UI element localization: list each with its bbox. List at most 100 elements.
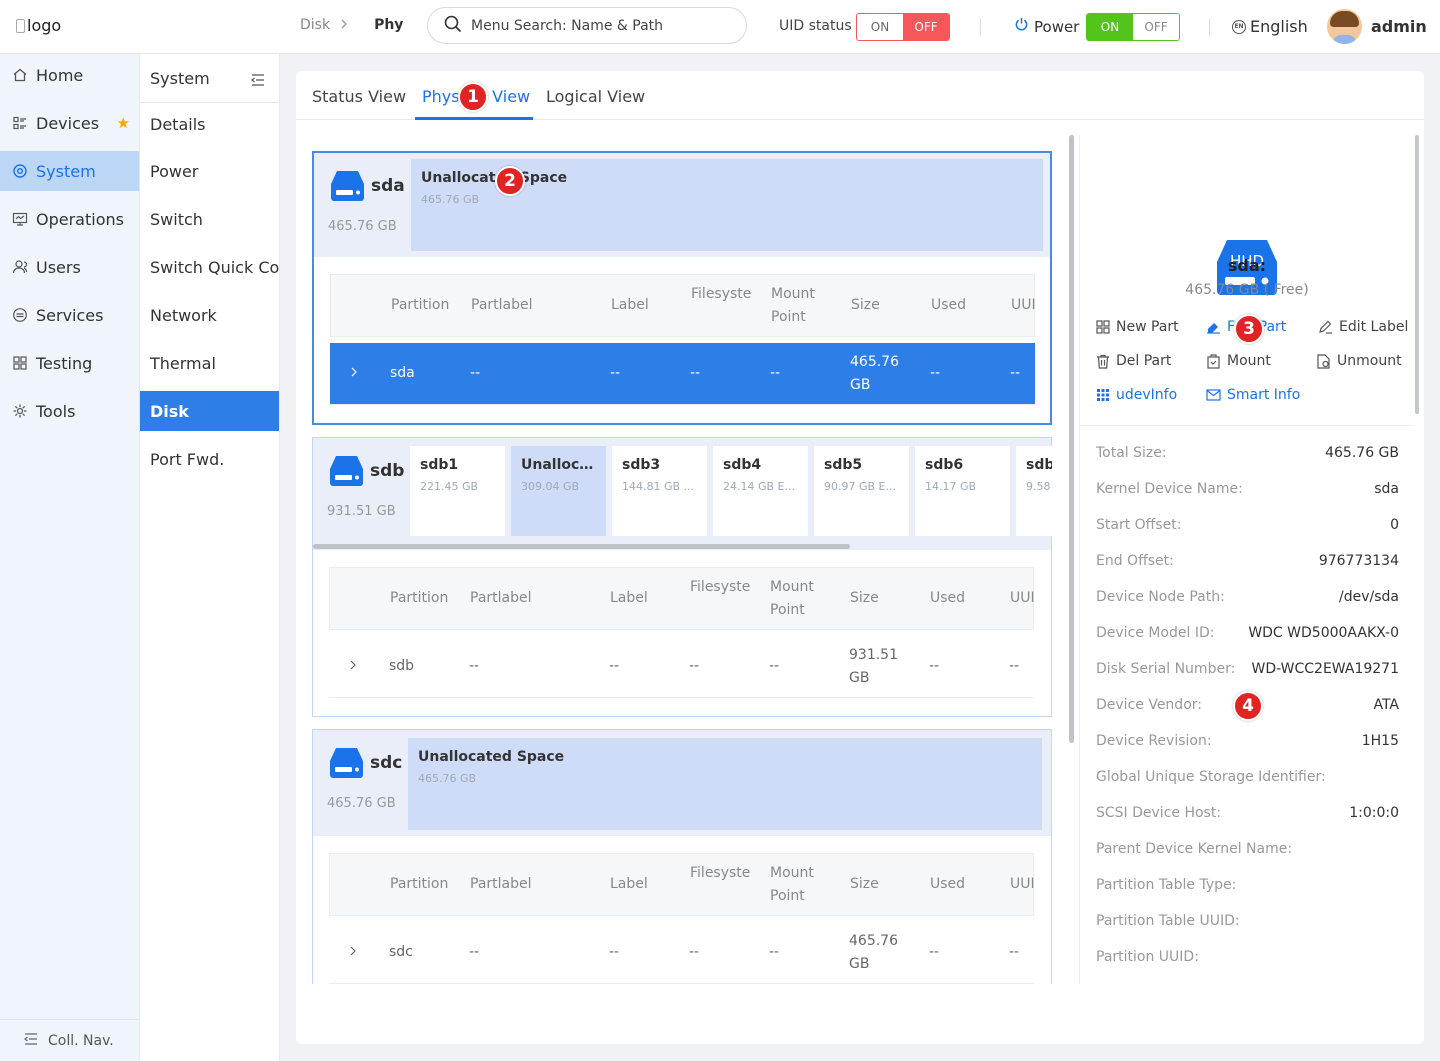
segment-sdb5[interactable]: sdb5 90.97 GB E...: [814, 446, 909, 536]
nav-item-users[interactable]: Users: [0, 247, 139, 287]
udevinfo-button[interactable]: udevInfo: [1096, 387, 1177, 403]
disk-card-sda[interactable]: sda 465.76 GB Unallocated Space 465.76 G…: [312, 151, 1052, 425]
action-label: Smart Info: [1227, 387, 1301, 403]
mount-button[interactable]: Mount: [1206, 353, 1271, 369]
power-off-option[interactable]: OFF: [1133, 14, 1179, 40]
subnav-item-power[interactable]: Power: [140, 151, 279, 191]
segment-name: sdb7: [1026, 457, 1052, 473]
subnav-item-details[interactable]: Details: [140, 104, 279, 144]
annotation-badge-1: 1: [458, 82, 488, 112]
nav-item-testing[interactable]: Testing: [0, 343, 139, 383]
nav-item-system[interactable]: System: [0, 151, 139, 191]
uid-on-option[interactable]: ON: [857, 14, 903, 40]
breadcrumb-disk[interactable]: Disk: [300, 17, 330, 33]
cell-label: --: [610, 365, 621, 381]
subnav-item-thermal[interactable]: Thermal: [140, 343, 279, 383]
col-uuid: UUID: [1010, 876, 1034, 892]
uid-off-option[interactable]: OFF: [903, 14, 949, 40]
search-input[interactable]: [471, 17, 731, 34]
uid-status-label: UID status: [779, 18, 852, 34]
cell-partition: sdb: [389, 658, 415, 674]
detail-scrollbar[interactable]: [1415, 135, 1419, 414]
nav-item-operations[interactable]: Operations: [0, 199, 139, 239]
nav-item-services[interactable]: Services: [0, 295, 139, 335]
segment-unallocated[interactable]: Unallocated Space 465.76 GB: [408, 738, 1042, 830]
subnav-item-switch-quick-config[interactable]: Switch Quick Config: [140, 247, 279, 287]
disk-card-sdb[interactable]: sdb 931.51 GB sdb1 221.45 GB Unallocated…: [312, 437, 1052, 717]
nav-item-tools[interactable]: Tools: [0, 391, 139, 431]
main-panel: Status View Physical View Logical View 1…: [296, 71, 1424, 1044]
cell-label: --: [609, 944, 620, 960]
prop-key: Parent Device Kernel Name:: [1096, 841, 1293, 857]
nav-label: Tools: [36, 401, 76, 421]
power-toggle[interactable]: ON OFF: [1086, 13, 1180, 41]
star-icon[interactable]: ★: [117, 114, 130, 132]
disk-name-text: sdc: [370, 752, 403, 773]
disk-card-sdc[interactable]: sdc 465.76 GB Unallocated Space 465.76 G…: [312, 729, 1052, 984]
col-size: Size: [850, 876, 879, 892]
nav-item-devices[interactable]: Devices ★: [0, 103, 139, 143]
disk-list-scrollbar[interactable]: [1069, 135, 1074, 743]
table-row[interactable]: sdc -- -- -- -- 465.76 GB -- --: [329, 922, 1034, 984]
collapse-menu-icon[interactable]: [251, 71, 265, 90]
nav-label: Services: [36, 305, 104, 325]
chevron-right-icon: [340, 17, 348, 33]
secondary-nav-title: System: [150, 68, 210, 88]
segment-sdb6[interactable]: sdb6 14.17 GB: [915, 446, 1010, 536]
annotation-badge-2: 2: [495, 166, 525, 196]
smart-info-button[interactable]: Smart Info: [1206, 387, 1300, 403]
expand-chevron-icon[interactable]: [349, 655, 357, 678]
table-row[interactable]: sdb -- -- -- -- 931.51 GB -- --: [329, 636, 1034, 698]
user-menu[interactable]: admin: [1327, 9, 1427, 44]
prop-key: Total Size:: [1096, 445, 1167, 461]
segment-sdb4[interactable]: sdb4 24.14 GB E...: [713, 446, 808, 536]
tab-status-view[interactable]: Status View: [312, 87, 406, 106]
segment-name: sdb5: [824, 457, 863, 473]
subnav-item-switch[interactable]: Switch: [140, 199, 279, 239]
menu-search[interactable]: [427, 7, 747, 44]
del-part-button[interactable]: Del Part: [1096, 353, 1171, 369]
segment-name: sdb4: [723, 457, 762, 473]
power-label-text: Power: [1034, 17, 1080, 36]
prop-value: 1:0:0:0: [1349, 805, 1399, 821]
segment-sdb3[interactable]: sdb3 144.81 GB ...: [612, 446, 707, 536]
unmount-button[interactable]: Unmount: [1316, 353, 1402, 369]
tab-logical-view[interactable]: Logical View: [546, 87, 645, 106]
new-part-button[interactable]: New Part: [1096, 319, 1179, 335]
divider: [1080, 425, 1414, 426]
expand-chevron-icon[interactable]: [349, 941, 357, 964]
broken-image-icon: [16, 18, 25, 33]
expand-chevron-icon[interactable]: [350, 362, 358, 385]
action-label: Mount: [1227, 353, 1271, 369]
segment-size: 465.76 GB: [418, 772, 477, 785]
language-switch[interactable]: EN English: [1232, 17, 1308, 36]
prop-value: ATA: [1373, 697, 1399, 713]
segment-sdb1[interactable]: sdb1 221.45 GB: [410, 446, 505, 536]
collapse-icon: [24, 1032, 38, 1049]
detail-free-size: 465.76 GB ( Free): [1185, 282, 1309, 298]
subnav-item-port-fwd[interactable]: Port Fwd.: [140, 439, 279, 479]
prop-key: Start Offset:: [1096, 517, 1182, 533]
prop-value: WD-WCC2EWA19271: [1251, 661, 1399, 677]
segment-unallocated[interactable]: Unallocated Space 309.04 GB: [511, 446, 606, 536]
table-row[interactable]: sda -- -- -- -- 465.76 GB -- --: [330, 343, 1035, 405]
cell-partition: sdc: [389, 944, 413, 960]
col-size: Size: [851, 297, 880, 313]
udev-icon: [1097, 389, 1109, 401]
subnav-item-network[interactable]: Network: [140, 295, 279, 335]
logo[interactable]: logo: [16, 16, 61, 35]
testing-icon: [11, 355, 28, 372]
nav-item-home[interactable]: Home: [0, 55, 139, 95]
uid-toggle[interactable]: ON OFF: [856, 13, 950, 41]
segment-sdb7[interactable]: sdb7 9.58 GB: [1016, 446, 1052, 536]
horizontal-scrollbar[interactable]: [313, 544, 850, 549]
power-on-option[interactable]: ON: [1087, 14, 1133, 40]
divider: [1209, 18, 1210, 36]
power-label: Power: [1014, 17, 1079, 36]
col-partition: Partition: [390, 590, 449, 606]
subnav-item-disk[interactable]: Disk: [140, 391, 279, 431]
disk-map: sda 465.76 GB Unallocated Space 465.76 G…: [314, 153, 1050, 257]
edit-label-button[interactable]: Edit Label: [1318, 319, 1408, 335]
cell-mount: --: [769, 658, 780, 674]
collapse-nav-button[interactable]: Coll. Nav.: [0, 1019, 139, 1061]
